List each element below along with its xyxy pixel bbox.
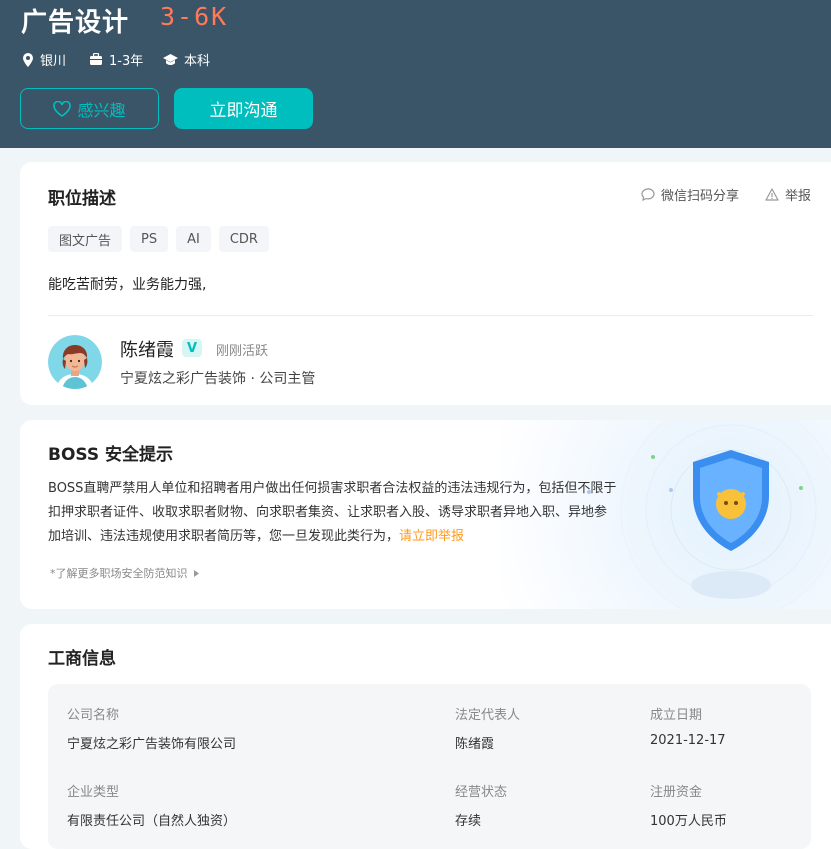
job-description-text: 能吃苦耐劳，业务能力强, xyxy=(48,277,207,293)
salary: 3-6K xyxy=(160,2,229,31)
skill-tag: CDR xyxy=(218,226,269,252)
share-label: 微信扫码分享 xyxy=(661,189,740,204)
field-label: 注册资金 xyxy=(650,785,703,800)
interest-button[interactable]: 感兴趣 xyxy=(20,88,159,129)
field-label: 成立日期 xyxy=(650,708,703,723)
business-title: 工商信息 xyxy=(48,649,116,669)
report-label: 举报 xyxy=(785,189,812,204)
business-info-grid: 公司名称 宁夏炫之彩广告装饰有限公司 法定代表人 陈绪霞 成立日期 2021-1… xyxy=(48,684,811,849)
safety-more-label: *了解更多职场安全防范知识 xyxy=(50,567,188,580)
boss-name: 陈绪霞 xyxy=(120,340,174,361)
safety-text: BOSS直聘严禁用人单位和招聘者用户做出任何损害求职者合法权益的违法违规行为，包… xyxy=(48,477,618,549)
field-value: 陈绪霞 xyxy=(455,737,495,752)
job-title: 广告设计 xyxy=(21,8,130,38)
degree: 本科 xyxy=(184,54,211,69)
interest-label: 感兴趣 xyxy=(77,100,126,120)
wechat-share-button[interactable]: 微信扫码分享 xyxy=(641,185,739,204)
heart-icon xyxy=(53,100,72,117)
field-value: 宁夏炫之彩广告装饰有限公司 xyxy=(67,737,237,752)
city-meta: 银川 xyxy=(22,50,66,69)
degree-meta: 本科 xyxy=(163,50,210,69)
skill-tag: 图文广告 xyxy=(48,226,123,252)
boss-company-title: 宁夏炫之彩广告装饰 · 公司主管 xyxy=(120,371,316,387)
verified-badge: V xyxy=(182,339,202,357)
job-header: 广告设计 3-6K 银川 1-3年 本科 感兴趣 立即沟通 xyxy=(0,0,831,148)
warning-icon xyxy=(765,188,779,201)
safety-body: BOSS直聘严禁用人单位和招聘者用户做出任何损害求职者合法权益的违法违规行为，包… xyxy=(48,481,617,544)
chat-button[interactable]: 立即沟通 xyxy=(174,88,313,129)
field-label: 企业类型 xyxy=(67,785,120,800)
business-info-card: 工商信息 公司名称 宁夏炫之彩广告装饰有限公司 法定代表人 陈绪霞 成立日期 2… xyxy=(20,624,831,849)
avatar[interactable] xyxy=(48,335,102,389)
safety-title: BOSS 安全提示 xyxy=(48,445,174,465)
location-icon xyxy=(23,52,33,67)
field-value: 存续 xyxy=(455,814,482,829)
experience-meta: 1-3年 xyxy=(89,50,143,69)
field-label: 公司名称 xyxy=(67,708,120,723)
divider xyxy=(48,315,813,316)
report-button[interactable]: 举报 xyxy=(765,185,811,204)
safety-more-link[interactable]: *了解更多职场安全防范知识 xyxy=(50,565,199,581)
chevron-right-icon xyxy=(193,569,199,577)
graduation-cap-icon xyxy=(163,53,178,65)
job-description-card: 职位描述 微信扫码分享 举报 图文广告 PS AI CDR 能吃苦耐劳，业务能力… xyxy=(20,162,831,405)
field-value: 有限责任公司（自然人独资） xyxy=(67,814,237,829)
report-link[interactable]: 请立即举报 xyxy=(399,529,464,544)
chat-bubble-icon xyxy=(641,188,655,201)
skill-tag: PS xyxy=(130,226,169,252)
safety-notice-card: BOSS 安全提示 BOSS直聘严禁用人单位和招聘者用户做出任何损害求职者合法权… xyxy=(20,420,831,609)
field-value: 100万人民币 xyxy=(650,814,727,829)
boss-active-status: 刚刚活跃 xyxy=(216,344,269,359)
experience: 1-3年 xyxy=(109,54,144,69)
skill-tag: AI xyxy=(176,226,211,252)
briefcase-icon xyxy=(90,53,102,65)
field-label: 经营状态 xyxy=(455,785,508,800)
description-title: 职位描述 xyxy=(48,189,116,209)
field-value: 2021-12-17 xyxy=(650,733,726,748)
field-label: 法定代表人 xyxy=(455,708,521,723)
skill-tags: 图文广告 PS AI CDR xyxy=(48,226,269,252)
city: 银川 xyxy=(40,54,67,69)
